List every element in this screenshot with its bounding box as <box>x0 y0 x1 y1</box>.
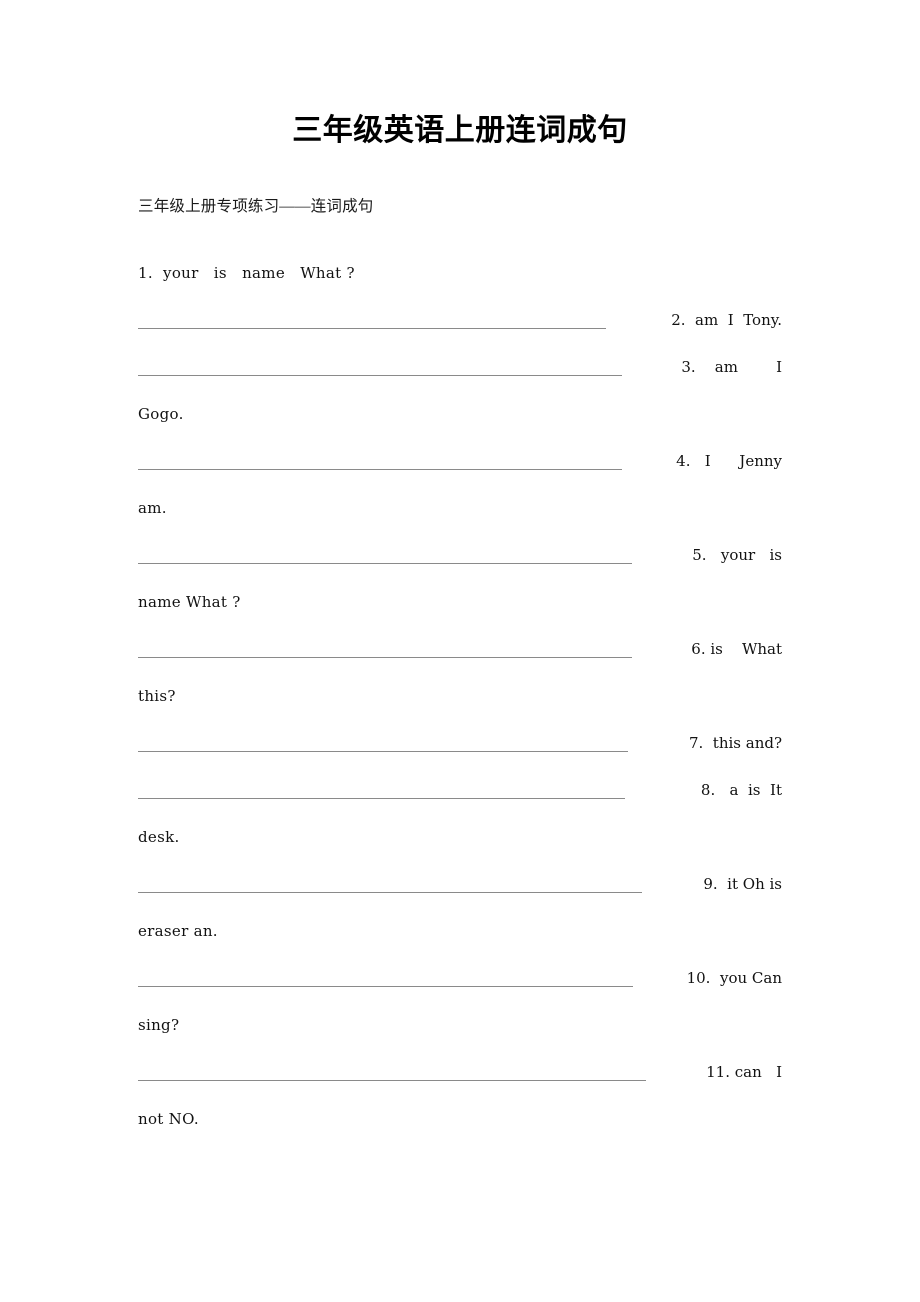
exercise-prompt-continuation: this? <box>138 687 176 705</box>
exercise-row: 2. am I Tony. <box>138 297 782 344</box>
exercise-prompt: 7. this and? <box>688 734 782 752</box>
exercise-prompt-continuation: am. <box>138 499 167 517</box>
exercise-prompt-continuation: Gogo. <box>138 405 184 423</box>
exercise-prompt: 2. am I Tony. <box>671 311 782 329</box>
exercise-row: 11. can I <box>138 1049 782 1096</box>
exercise-prompt: 6. is What <box>691 640 782 658</box>
answer-blank[interactable] <box>138 297 606 344</box>
answer-blank-rule <box>138 532 632 564</box>
exercise-row: 9. it Oh is <box>138 861 782 908</box>
exercise-row: 3. am I <box>138 344 782 391</box>
answer-blank-rule <box>138 1049 646 1081</box>
exercise-prompt: 9. it Oh is <box>703 875 782 893</box>
answer-blank[interactable] <box>138 1049 646 1096</box>
document-subtitle: 三年级上册专项练习——连词成句 <box>138 198 374 215</box>
exercise-prompt-continuation: desk. <box>138 828 180 846</box>
exercise-prompt-continuation: eraser an. <box>138 922 218 940</box>
answer-blank[interactable] <box>138 861 642 908</box>
answer-blank-rule <box>138 438 622 470</box>
answer-blank[interactable] <box>138 626 632 673</box>
answer-blank-rule <box>138 955 633 987</box>
document-page: 三年级英语上册连词成句 三年级上册专项练习——连词成句 1. your is n… <box>0 0 920 1302</box>
exercise-row: 10. you Can <box>138 955 782 1002</box>
exercise-prompt-continuation: sing? <box>138 1016 180 1034</box>
answer-blank-rule <box>138 720 628 752</box>
answer-blank[interactable] <box>138 532 632 579</box>
exercise-row: 5. your is <box>138 532 782 579</box>
exercise-prompt: 10. you Can <box>686 969 782 987</box>
answer-blank[interactable] <box>138 955 633 1002</box>
exercise-prompt-continuation: name What ? <box>138 593 241 611</box>
exercise-prompt: 11. can I <box>706 1063 782 1081</box>
answer-blank[interactable] <box>138 720 628 767</box>
exercise-prompt: 1. your is name What ? <box>138 264 355 282</box>
answer-blank-rule <box>138 344 622 376</box>
answer-blank-rule <box>138 767 625 799</box>
answer-blank[interactable] <box>138 344 622 391</box>
exercise-row: 4. I Jenny <box>138 438 782 485</box>
exercise-list: 1. your is name What ? 2. am I Tony. 3. am… <box>138 250 782 1143</box>
exercise-prompt: 4. I Jenny <box>676 452 782 470</box>
exercise-row: 7. this and? <box>138 720 782 767</box>
answer-blank-rule <box>138 861 642 893</box>
exercise-prompt-continuation: not NO. <box>138 1110 199 1128</box>
exercise-prompt: 8. a is It <box>700 781 782 799</box>
exercise-prompt: 3. am I <box>681 358 782 376</box>
answer-blank[interactable] <box>138 438 622 485</box>
exercise-prompt: 5. your is <box>692 546 782 564</box>
page-title: 三年级英语上册连词成句 <box>292 114 628 147</box>
answer-blank-rule <box>138 626 632 658</box>
exercise-row: 8. a is It <box>138 767 782 814</box>
answer-blank[interactable] <box>138 767 625 814</box>
exercise-row: 6. is What <box>138 626 782 673</box>
answer-blank-rule <box>138 297 606 329</box>
